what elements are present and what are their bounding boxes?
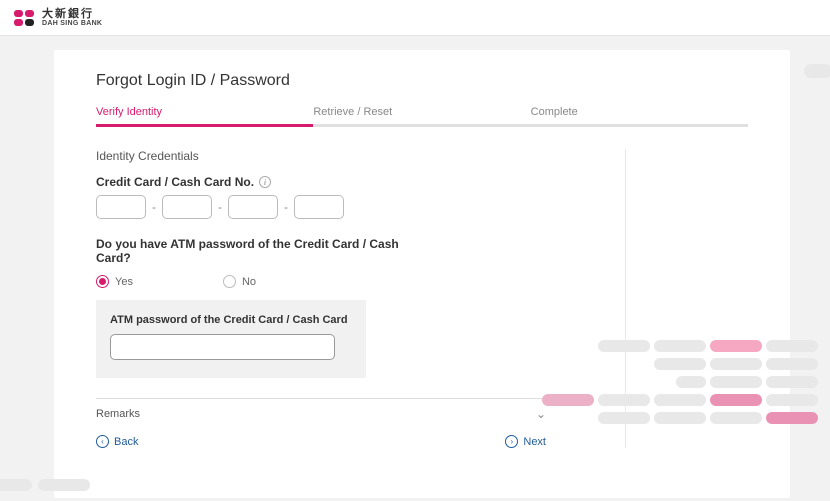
atm-password-box: ATM password of the Credit Card / Cash C… bbox=[96, 300, 366, 378]
decor-pill bbox=[654, 394, 706, 406]
top-bar: 大新銀行 DAH SING BANK bbox=[0, 0, 830, 36]
decor-pill bbox=[38, 479, 90, 491]
decor-pill bbox=[654, 412, 706, 424]
radio-icon bbox=[223, 275, 236, 288]
card-seg-3[interactable] bbox=[228, 195, 278, 219]
radio-yes[interactable]: Yes bbox=[96, 275, 133, 288]
remarks-toggle[interactable]: Remarks ⌄ bbox=[96, 398, 546, 421]
content-card: Forgot Login ID / Password Verify Identi… bbox=[54, 50, 790, 498]
step-tabs: Verify Identity Retrieve / Reset Complet… bbox=[96, 106, 748, 127]
brand-logo: 大新銀行 DAH SING BANK bbox=[14, 8, 102, 28]
brand-name-cn: 大新銀行 bbox=[42, 9, 102, 20]
nav-row: ‹ Back › Next bbox=[96, 435, 546, 448]
decor-pill bbox=[766, 394, 818, 406]
tab-retrieve-reset[interactable]: Retrieve / Reset bbox=[313, 106, 530, 127]
decor-pill bbox=[710, 394, 762, 406]
arrow-right-icon: › bbox=[505, 435, 518, 448]
atm-password-input[interactable] bbox=[110, 334, 335, 360]
tab-verify-identity[interactable]: Verify Identity bbox=[96, 106, 313, 127]
section-heading: Identity Credentials bbox=[96, 149, 546, 163]
arrow-left-icon: ‹ bbox=[96, 435, 109, 448]
card-number-label: Credit Card / Cash Card No. i bbox=[96, 175, 546, 189]
decor-pill bbox=[766, 358, 818, 370]
decor-pill bbox=[0, 479, 32, 491]
decor-pill bbox=[654, 358, 706, 370]
decor-pill bbox=[598, 394, 650, 406]
brand-name-en: DAH SING BANK bbox=[42, 20, 102, 27]
decor-pill bbox=[676, 376, 706, 388]
page-title: Forgot Login ID / Password bbox=[96, 72, 748, 90]
decor-pill bbox=[766, 376, 818, 388]
card-number-inputs: - - - bbox=[96, 195, 546, 219]
decor-pill bbox=[766, 340, 818, 352]
radio-no[interactable]: No bbox=[223, 275, 256, 288]
decor-pill bbox=[766, 412, 818, 424]
atm-password-radios: Yes No bbox=[96, 275, 546, 288]
decor-pill bbox=[710, 376, 762, 388]
decor-pill bbox=[710, 358, 762, 370]
brand-icon bbox=[14, 8, 36, 28]
chevron-down-icon: ⌄ bbox=[536, 407, 546, 421]
decor-pill bbox=[804, 64, 830, 78]
next-button[interactable]: › Next bbox=[505, 435, 546, 448]
decor-pill bbox=[598, 340, 650, 352]
info-icon[interactable]: i bbox=[259, 176, 271, 188]
decor-pill bbox=[654, 340, 706, 352]
card-seg-1[interactable] bbox=[96, 195, 146, 219]
decor-pill bbox=[542, 394, 594, 406]
decor-pill bbox=[710, 412, 762, 424]
card-seg-4[interactable] bbox=[294, 195, 344, 219]
atm-password-label: ATM password of the Credit Card / Cash C… bbox=[110, 314, 352, 326]
decor-pill bbox=[710, 340, 762, 352]
remarks-label: Remarks bbox=[96, 408, 140, 420]
atm-password-question: Do you have ATM password of the Credit C… bbox=[96, 237, 406, 265]
radio-icon bbox=[96, 275, 109, 288]
back-button[interactable]: ‹ Back bbox=[96, 435, 138, 448]
card-seg-2[interactable] bbox=[162, 195, 212, 219]
tab-complete[interactable]: Complete bbox=[531, 106, 748, 127]
decor-pill bbox=[598, 412, 650, 424]
